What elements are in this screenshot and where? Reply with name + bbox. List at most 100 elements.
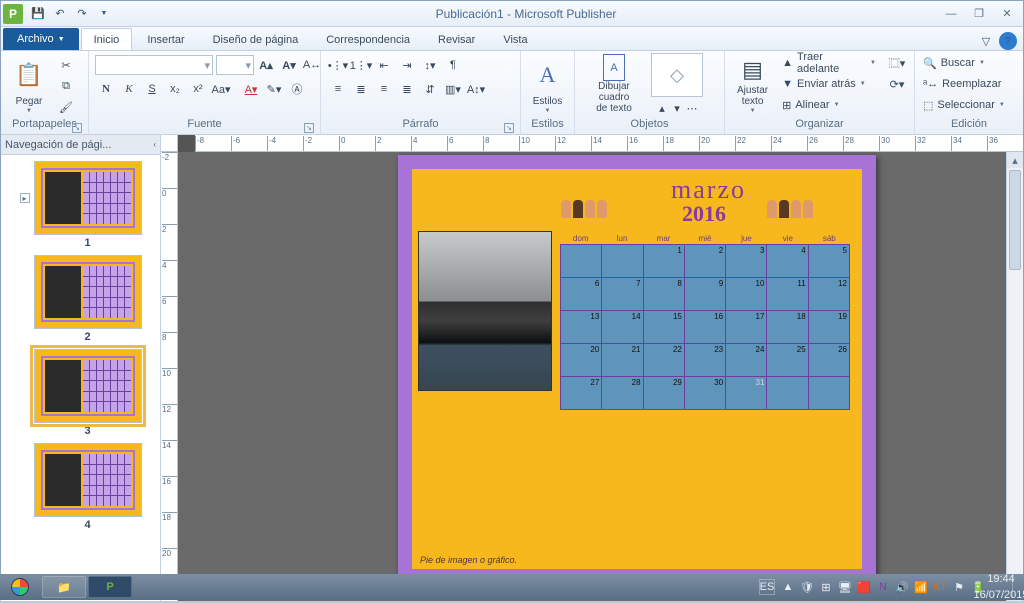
date-cell[interactable]: [767, 377, 807, 409]
date-cell[interactable]: 22: [644, 344, 684, 376]
justify-button[interactable]: ≣: [396, 79, 418, 99]
vertical-ruler[interactable]: -20246810121416182022: [161, 152, 178, 601]
taskbar-publisher[interactable]: P: [88, 576, 132, 598]
qat-undo[interactable]: ↶: [50, 4, 70, 24]
date-cell[interactable]: 2: [685, 245, 725, 277]
vertical-scrollbar[interactable]: ▴ ▾: [1006, 152, 1023, 601]
tray-icon[interactable]: 🖥: [837, 579, 853, 595]
bring-forward-button[interactable]: ▲Traer adelante▼: [780, 53, 878, 73]
date-cell[interactable]: 27: [561, 377, 601, 409]
page-thumb-3[interactable]: 3: [34, 349, 142, 437]
tray-icon[interactable]: 🛡: [799, 579, 815, 595]
date-cell[interactable]: 20: [561, 344, 601, 376]
font-size-combo[interactable]: ▾: [216, 55, 254, 75]
date-cell[interactable]: 4: [767, 245, 807, 277]
outdent-button[interactable]: ⇤: [373, 55, 395, 75]
show-desktop[interactable]: [1012, 576, 1020, 598]
image-caption[interactable]: Pie de imagen o gráfico.: [420, 555, 517, 565]
date-cell[interactable]: 1: [644, 245, 684, 277]
numbering-button[interactable]: 1⋮▾: [350, 55, 372, 75]
tray-icon[interactable]: 📶: [913, 579, 929, 595]
horizontal-ruler[interactable]: -8-6-4-202468101214161820222426283032343…: [195, 135, 1023, 152]
bullets-button[interactable]: •⋮▾: [327, 55, 349, 75]
line-spacing-button[interactable]: ↕▾: [419, 55, 441, 75]
help-icon[interactable]: ?: [999, 32, 1017, 50]
superscript-button[interactable]: x²: [187, 79, 209, 99]
date-cell[interactable]: 30: [685, 377, 725, 409]
wrap-text-button[interactable]: ▤ Ajustar texto ▼: [731, 53, 774, 117]
indent-button[interactable]: ⇥: [396, 55, 418, 75]
pane-collapse[interactable]: ‹: [153, 140, 156, 149]
send-backward-button[interactable]: ▼Enviar atrás▼: [780, 74, 878, 94]
clock[interactable]: 19:44 16/07/2015: [993, 571, 1009, 603]
rotate-button[interactable]: ⟳▾: [886, 74, 908, 94]
qat-redo[interactable]: ↷: [72, 4, 92, 24]
gallery-down[interactable]: ▾: [670, 98, 684, 118]
shapes-gallery[interactable]: ◇: [651, 53, 703, 97]
textbox-button[interactable]: A Dibujar cuadro de texto: [581, 53, 647, 117]
group-button[interactable]: ⿴▾: [886, 53, 908, 73]
date-cell[interactable]: 26: [809, 344, 849, 376]
date-cell[interactable]: 31: [726, 377, 766, 409]
calendar-image[interactable]: [418, 231, 552, 391]
align-button[interactable]: ⊞Alinear▼: [780, 95, 878, 115]
tab-revisar[interactable]: Revisar: [425, 28, 488, 50]
tab-insertar[interactable]: Insertar: [134, 28, 197, 50]
clear-format-button[interactable]: Ⓐ: [286, 79, 308, 99]
tray-icon[interactable]: ⊞: [818, 579, 834, 595]
date-cell[interactable]: 16: [685, 311, 725, 343]
date-cell[interactable]: 13: [561, 311, 601, 343]
date-cell[interactable]: 5: [809, 245, 849, 277]
date-cell[interactable]: 17: [726, 311, 766, 343]
tab-diseno[interactable]: Diseño de página: [200, 28, 312, 50]
align-left-button[interactable]: ≡: [327, 79, 349, 99]
tab-vista[interactable]: Vista: [490, 28, 540, 50]
font-color-button[interactable]: A▾: [240, 79, 262, 99]
cut-button[interactable]: ✂: [55, 55, 77, 75]
gallery-up[interactable]: ▴: [655, 98, 669, 118]
paste-button[interactable]: 📋 Pegar ▼: [7, 53, 51, 117]
tray-icon[interactable]: ▲: [780, 579, 796, 595]
dialog-launcher[interactable]: ↘: [304, 123, 314, 133]
ribbon-minimize[interactable]: ▽: [977, 32, 995, 50]
pilcrow-button[interactable]: ¶: [442, 55, 464, 75]
change-case-button[interactable]: Aa▾: [210, 79, 232, 99]
calendar-grid[interactable]: domlunmarmiéjueviesáb 123456789101112131…: [560, 233, 850, 410]
date-cell[interactable]: 25: [767, 344, 807, 376]
tray-icon[interactable]: ⚑: [951, 579, 967, 595]
window-minimize[interactable]: —: [937, 5, 965, 23]
replace-button[interactable]: ᵃ↔Reemplazar: [921, 74, 1007, 94]
highlight-button[interactable]: ✎▾: [263, 79, 285, 99]
date-cell[interactable]: 15: [644, 311, 684, 343]
date-cell[interactable]: [809, 377, 849, 409]
date-cell[interactable]: 18: [767, 311, 807, 343]
columns-button[interactable]: ▥▾: [442, 79, 464, 99]
copy-button[interactable]: ⧉: [55, 76, 77, 96]
date-cell[interactable]: 14: [602, 311, 642, 343]
scroll-up[interactable]: ▴: [1007, 152, 1023, 168]
date-cell[interactable]: 29: [644, 377, 684, 409]
font-family-combo[interactable]: ▾: [95, 55, 213, 75]
tab-correspondencia[interactable]: Correspondencia: [313, 28, 423, 50]
italic-button[interactable]: K: [118, 79, 140, 99]
start-button[interactable]: [0, 574, 40, 600]
bold-button[interactable]: N: [95, 79, 117, 99]
date-cell[interactable]: 7: [602, 278, 642, 310]
gallery-more[interactable]: ⋯: [685, 98, 699, 118]
date-cell[interactable]: 24: [726, 344, 766, 376]
dialog-launcher[interactable]: ↘: [72, 123, 82, 133]
window-restore[interactable]: ❐: [965, 5, 993, 23]
qat-save[interactable]: 💾: [28, 4, 48, 24]
window-close[interactable]: ✕: [993, 5, 1021, 23]
qat-customize[interactable]: ▼: [94, 4, 114, 24]
taskbar-explorer[interactable]: 📁: [42, 576, 86, 598]
date-cell[interactable]: [602, 245, 642, 277]
shrink-font-button[interactable]: A▾: [278, 55, 300, 75]
date-cell[interactable]: 3: [726, 245, 766, 277]
find-button[interactable]: 🔍Buscar▼: [921, 53, 1007, 73]
date-cell[interactable]: [561, 245, 601, 277]
stage[interactable]: marzo 2016 domlunmarmiéjueviesáb 1234567…: [178, 152, 1006, 601]
page-thumb-1[interactable]: 1: [34, 161, 142, 249]
scroll-thumb[interactable]: [1009, 170, 1021, 270]
input-lang[interactable]: ES: [759, 579, 775, 595]
